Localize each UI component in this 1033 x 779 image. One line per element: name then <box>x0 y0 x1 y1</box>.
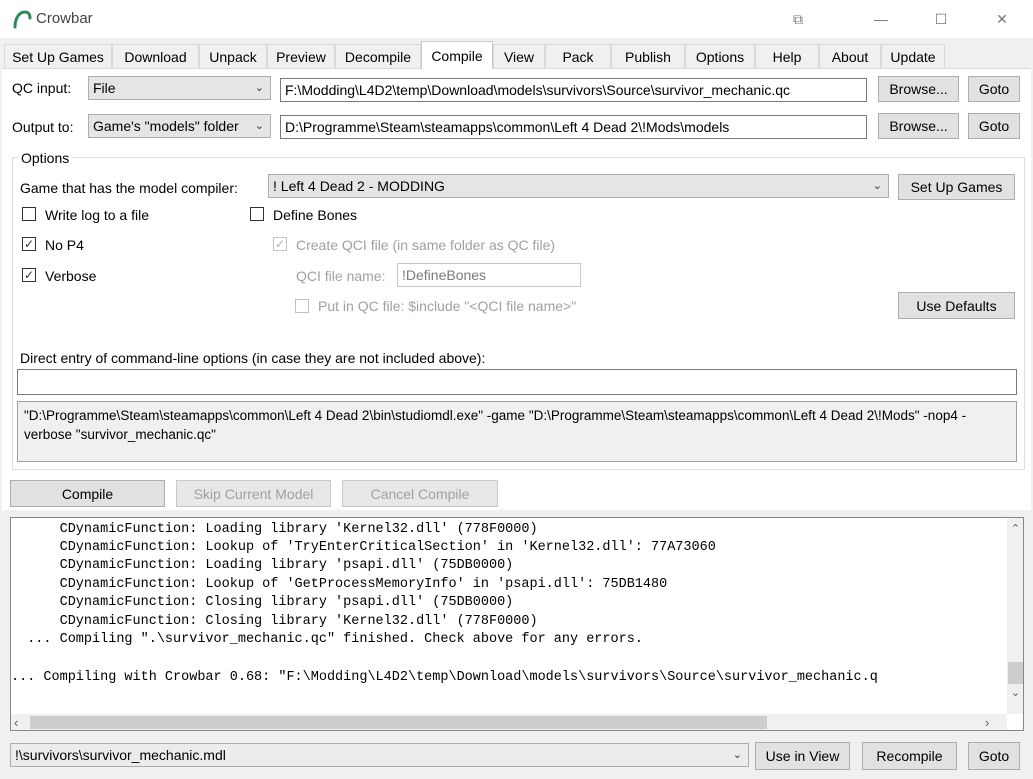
tab-preview[interactable]: Preview <box>267 44 335 68</box>
scroll-left-icon[interactable]: ‹ <box>14 714 28 730</box>
qci-name-field[interactable]: !DefineBones <box>397 263 581 287</box>
game-compiler-value: ! Left 4 Dead 2 - MODDING <box>273 178 445 194</box>
command-line-preview: "D:\Programme\Steam\steamapps\common\Lef… <box>17 401 1017 462</box>
output-goto-button[interactable]: Goto <box>968 113 1020 139</box>
chevron-down-icon: ⌄ <box>872 180 882 192</box>
put-in-qc-label: Put in QC file: $include "<QCI file name… <box>318 298 577 314</box>
tab-decompile[interactable]: Decompile <box>335 44 421 68</box>
qc-browse-button[interactable]: Browse... <box>878 76 959 102</box>
use-defaults-button[interactable]: Use Defaults <box>898 292 1015 319</box>
tab-unpack[interactable]: Unpack <box>199 44 267 68</box>
scroll-up-icon[interactable]: ⌃ <box>1007 522 1023 536</box>
output-path-field[interactable]: D:\Programme\Steam\steamapps\common\Left… <box>280 115 867 139</box>
horizontal-scroll-thumb[interactable] <box>30 716 767 729</box>
direct-entry-label: Direct entry of command-line options (in… <box>20 350 486 366</box>
game-compiler-label: Game that has the model compiler: <box>20 180 238 196</box>
write-log-label: Write log to a file <box>45 207 150 223</box>
compile-log[interactable]: CDynamicFunction: Loading library 'Kerne… <box>10 517 1024 731</box>
output-browse-button[interactable]: Browse... <box>878 113 959 139</box>
scroll-right-icon[interactable]: › <box>985 714 999 730</box>
restore-icon[interactable]: ⧉ <box>775 0 821 38</box>
skip-current-model-button[interactable]: Skip Current Model <box>176 480 331 507</box>
cancel-compile-button[interactable]: Cancel Compile <box>342 480 498 507</box>
verbose-checkbox[interactable]: ✓ <box>22 268 36 282</box>
output-mode-select[interactable]: Game's "models" folder ⌄ <box>88 114 271 138</box>
qc-input-label: QC input: <box>12 80 72 96</box>
bottom-goto-button[interactable]: Goto <box>968 742 1020 770</box>
define-bones-checkbox[interactable] <box>250 207 264 221</box>
qci-name-label: QCI file name: <box>296 268 386 284</box>
log-line: CDynamicFunction: Closing library 'Kerne… <box>11 614 538 629</box>
tab-compile[interactable]: Compile <box>421 41 493 69</box>
recompile-button[interactable]: Recompile <box>862 742 957 770</box>
qc-input-path-field[interactable]: F:\Modding\L4D2\temp\Download\models\sur… <box>280 78 867 102</box>
log-line: ... Compiling with Crowbar 0.68: "F:\Mod… <box>11 670 878 685</box>
qc-input-mode-select[interactable]: File ⌄ <box>88 76 271 100</box>
log-horizontal-scrollbar[interactable]: ‹ › <box>11 714 1007 730</box>
chevron-down-icon: ⌄ <box>254 82 264 94</box>
tab-set-up-games[interactable]: Set Up Games <box>4 44 112 68</box>
chevron-down-icon: ⌄ <box>254 120 264 132</box>
log-line: CDynamicFunction: Closing library 'psapi… <box>11 595 514 610</box>
tab-pack[interactable]: Pack <box>545 44 611 68</box>
crowbar-logo-icon <box>13 10 32 29</box>
log-line: CDynamicFunction: Loading library 'psapi… <box>11 558 514 573</box>
create-qci-checkbox[interactable]: ✓ <box>273 237 287 251</box>
no-p4-label: No P4 <box>45 237 84 253</box>
log-line: ... Compiling ".\survivor_mechanic.qc" f… <box>11 632 643 647</box>
log-line: CDynamicFunction: Lookup of 'GetProcessM… <box>11 577 668 592</box>
tab-options[interactable]: Options <box>685 44 755 68</box>
direct-entry-field[interactable] <box>17 369 1017 395</box>
create-qci-label: Create QCI file (in same folder as QC fi… <box>296 237 556 253</box>
qc-input-mode-value: File <box>93 80 116 96</box>
tab-update[interactable]: Update <box>881 44 945 68</box>
no-p4-checkbox[interactable]: ✓ <box>22 237 36 251</box>
output-to-label: Output to: <box>12 119 74 135</box>
compile-button[interactable]: Compile <box>10 480 165 507</box>
define-bones-label: Define Bones <box>273 207 358 223</box>
minimize-button[interactable]: — <box>858 0 904 38</box>
vertical-scroll-thumb[interactable] <box>1008 662 1023 684</box>
maximize-button[interactable]: ☐ <box>918 0 964 38</box>
output-file-value: !\survivors\survivor_mechanic.mdl <box>15 747 226 763</box>
write-log-checkbox[interactable] <box>22 207 36 221</box>
log-line: CDynamicFunction: Loading library 'Kerne… <box>11 522 538 537</box>
verbose-label: Verbose <box>45 268 97 284</box>
chevron-down-icon: ⌄ <box>732 749 742 761</box>
tab-about[interactable]: About <box>819 44 881 68</box>
scroll-down-icon[interactable]: ⌄ <box>1007 686 1023 700</box>
tab-publish[interactable]: Publish <box>611 44 685 68</box>
game-compiler-select[interactable]: ! Left 4 Dead 2 - MODDING ⌄ <box>268 174 889 198</box>
tab-download[interactable]: Download <box>112 44 199 68</box>
set-up-games-button[interactable]: Set Up Games <box>898 174 1015 200</box>
qc-goto-button[interactable]: Goto <box>968 76 1020 102</box>
tab-help[interactable]: Help <box>755 44 819 68</box>
close-button[interactable]: ✕ <box>979 0 1025 38</box>
options-group-title: Options <box>18 150 73 166</box>
log-vertical-scrollbar[interactable]: ⌃ ⌄ <box>1007 518 1023 714</box>
output-file-select[interactable]: !\survivors\survivor_mechanic.mdl ⌄ <box>10 743 749 767</box>
tab-view[interactable]: View <box>493 44 545 68</box>
log-line: CDynamicFunction: Lookup of 'TryEnterCri… <box>11 540 716 555</box>
output-mode-value: Game's "models" folder <box>93 118 239 134</box>
put-in-qc-checkbox[interactable] <box>295 299 309 313</box>
use-in-view-button[interactable]: Use in View <box>755 742 850 770</box>
window-title: Crowbar <box>36 10 93 27</box>
